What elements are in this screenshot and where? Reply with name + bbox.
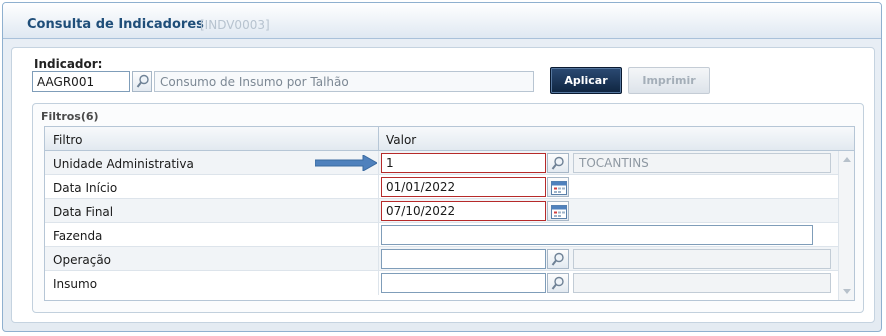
- row-label: Unidade Administrativa: [53, 157, 194, 171]
- table-row: Operação: [45, 247, 839, 271]
- insumo-search-button[interactable]: [547, 273, 569, 293]
- unidade-description-field: TOCANTINS: [573, 153, 831, 173]
- insumo-description-field: [573, 273, 831, 293]
- table-row: Fazenda: [45, 223, 839, 247]
- data-final-input[interactable]: 07/10/2022: [381, 201, 546, 221]
- title-bar: Consulta de Indicadores [INDV0003]: [3, 3, 881, 39]
- row-label: Fazenda: [53, 229, 103, 243]
- table-row: Data Final 07/10/2022: [45, 199, 839, 223]
- indicador-search-button[interactable]: [132, 71, 152, 92]
- search-icon: [136, 74, 149, 88]
- scroll-down-icon[interactable]: [843, 289, 851, 294]
- insumo-input[interactable]: [381, 273, 546, 293]
- calendar-icon: [551, 205, 567, 219]
- row-label: Data Início: [53, 181, 118, 195]
- data-final-calendar-button[interactable]: [547, 201, 569, 221]
- data-inicio-input[interactable]: 01/01/2022: [381, 177, 546, 197]
- unidade-value-input[interactable]: 1: [381, 153, 546, 173]
- indicador-label: Indicador:: [34, 57, 103, 71]
- column-header-value: Valor: [386, 133, 417, 147]
- operacao-input[interactable]: [381, 249, 546, 269]
- row-label: Data Final: [53, 205, 114, 219]
- screen-code: [INDV0003]: [200, 18, 270, 32]
- operacao-search-button[interactable]: [547, 249, 569, 269]
- print-button[interactable]: Imprimir: [628, 67, 710, 94]
- search-icon: [551, 276, 564, 290]
- data-inicio-calendar-button[interactable]: [547, 177, 569, 197]
- column-divider: [378, 127, 379, 151]
- row-label: Insumo: [53, 277, 98, 291]
- table-row: Insumo: [45, 271, 839, 295]
- apply-button[interactable]: Aplicar: [550, 67, 622, 94]
- row-label: Operação: [53, 253, 112, 267]
- unidade-search-button[interactable]: [547, 153, 569, 173]
- indicator-query-window: Consulta de Indicadores [INDV0003] Indic…: [2, 2, 882, 332]
- filters-grid: Filtro Valor Unidade Administrativa 1 TO…: [44, 126, 855, 301]
- scroll-up-icon[interactable]: [843, 157, 851, 162]
- fazenda-input[interactable]: [381, 225, 813, 245]
- grid-scrollbar[interactable]: [838, 151, 854, 300]
- page-title: Consulta de Indicadores: [27, 17, 204, 32]
- column-header-filter: Filtro: [53, 133, 83, 147]
- filters-group: Filtros(6) Filtro Valor Unidade Administ…: [32, 103, 864, 313]
- main-panel: Indicador: AAGR001 Consumo de Insumo por…: [11, 47, 875, 323]
- operacao-description-field: [573, 249, 831, 269]
- indicador-code-input[interactable]: AAGR001: [32, 71, 130, 92]
- indicador-description-field: Consumo de Insumo por Talhão: [154, 71, 534, 92]
- arrow-right-icon: [315, 155, 377, 171]
- calendar-icon: [551, 181, 567, 195]
- filters-title: Filtros(6): [41, 110, 99, 123]
- table-row: Unidade Administrativa 1 TOCANTINS: [45, 151, 839, 175]
- grid-header: Filtro Valor: [45, 127, 854, 151]
- table-row: Data Início 01/01/2022: [45, 175, 839, 199]
- search-icon: [551, 252, 564, 266]
- search-icon: [551, 156, 564, 170]
